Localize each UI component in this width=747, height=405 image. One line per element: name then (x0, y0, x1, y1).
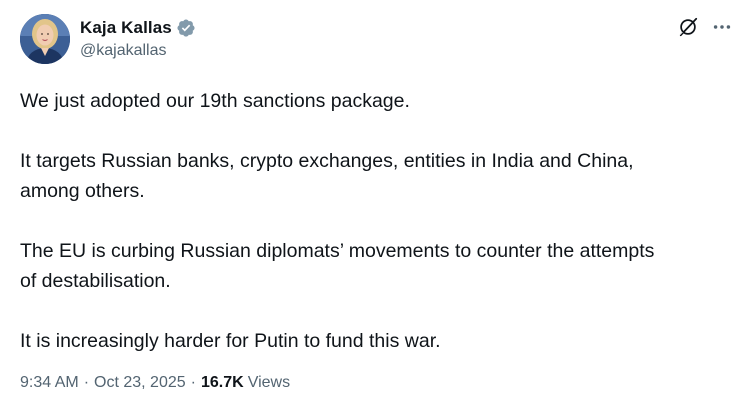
verified-badge-icon[interactable] (176, 18, 196, 38)
author-handle[interactable]: @kajakallas (80, 42, 196, 60)
tweet-paragraph-1: We just adopted our 19th sanctions packa… (20, 90, 410, 112)
views-count[interactable]: 16.7K (201, 374, 244, 392)
tweet-header: Kaja Kallas @kajakallas (20, 14, 733, 66)
tweet-actions (677, 16, 733, 38)
author-names: Kaja Kallas @kajakallas (80, 17, 196, 60)
meta-separator-2: · (190, 374, 196, 391)
author-display-name[interactable]: Kaja Kallas (80, 18, 172, 38)
tweet-paragraph-3: The EU is curbing Russian diplomats’ mov… (20, 240, 655, 292)
more-options-icon[interactable] (711, 16, 733, 38)
views-label[interactable]: Views (248, 374, 290, 392)
tweet-paragraph-2: It targets Russian banks, crypto exchang… (20, 150, 634, 202)
tweet-text: We just adopted our 19th sanctions packa… (20, 86, 730, 356)
tweet-date[interactable]: Oct 23, 2025 (94, 374, 186, 392)
tweet-paragraph-4: It is increasingly harder for Putin to f… (20, 330, 441, 352)
tweet: Kaja Kallas @kajakallas We just adopted … (0, 0, 747, 405)
avatar[interactable] (20, 14, 70, 64)
tweet-meta: 9:34 AM · Oct 23, 2025 · 16.7K Views (20, 374, 290, 392)
name-row: Kaja Kallas (80, 17, 196, 39)
grok-icon[interactable] (677, 16, 699, 38)
tweet-time[interactable]: 9:34 AM (20, 374, 79, 392)
meta-separator: · (83, 374, 90, 391)
